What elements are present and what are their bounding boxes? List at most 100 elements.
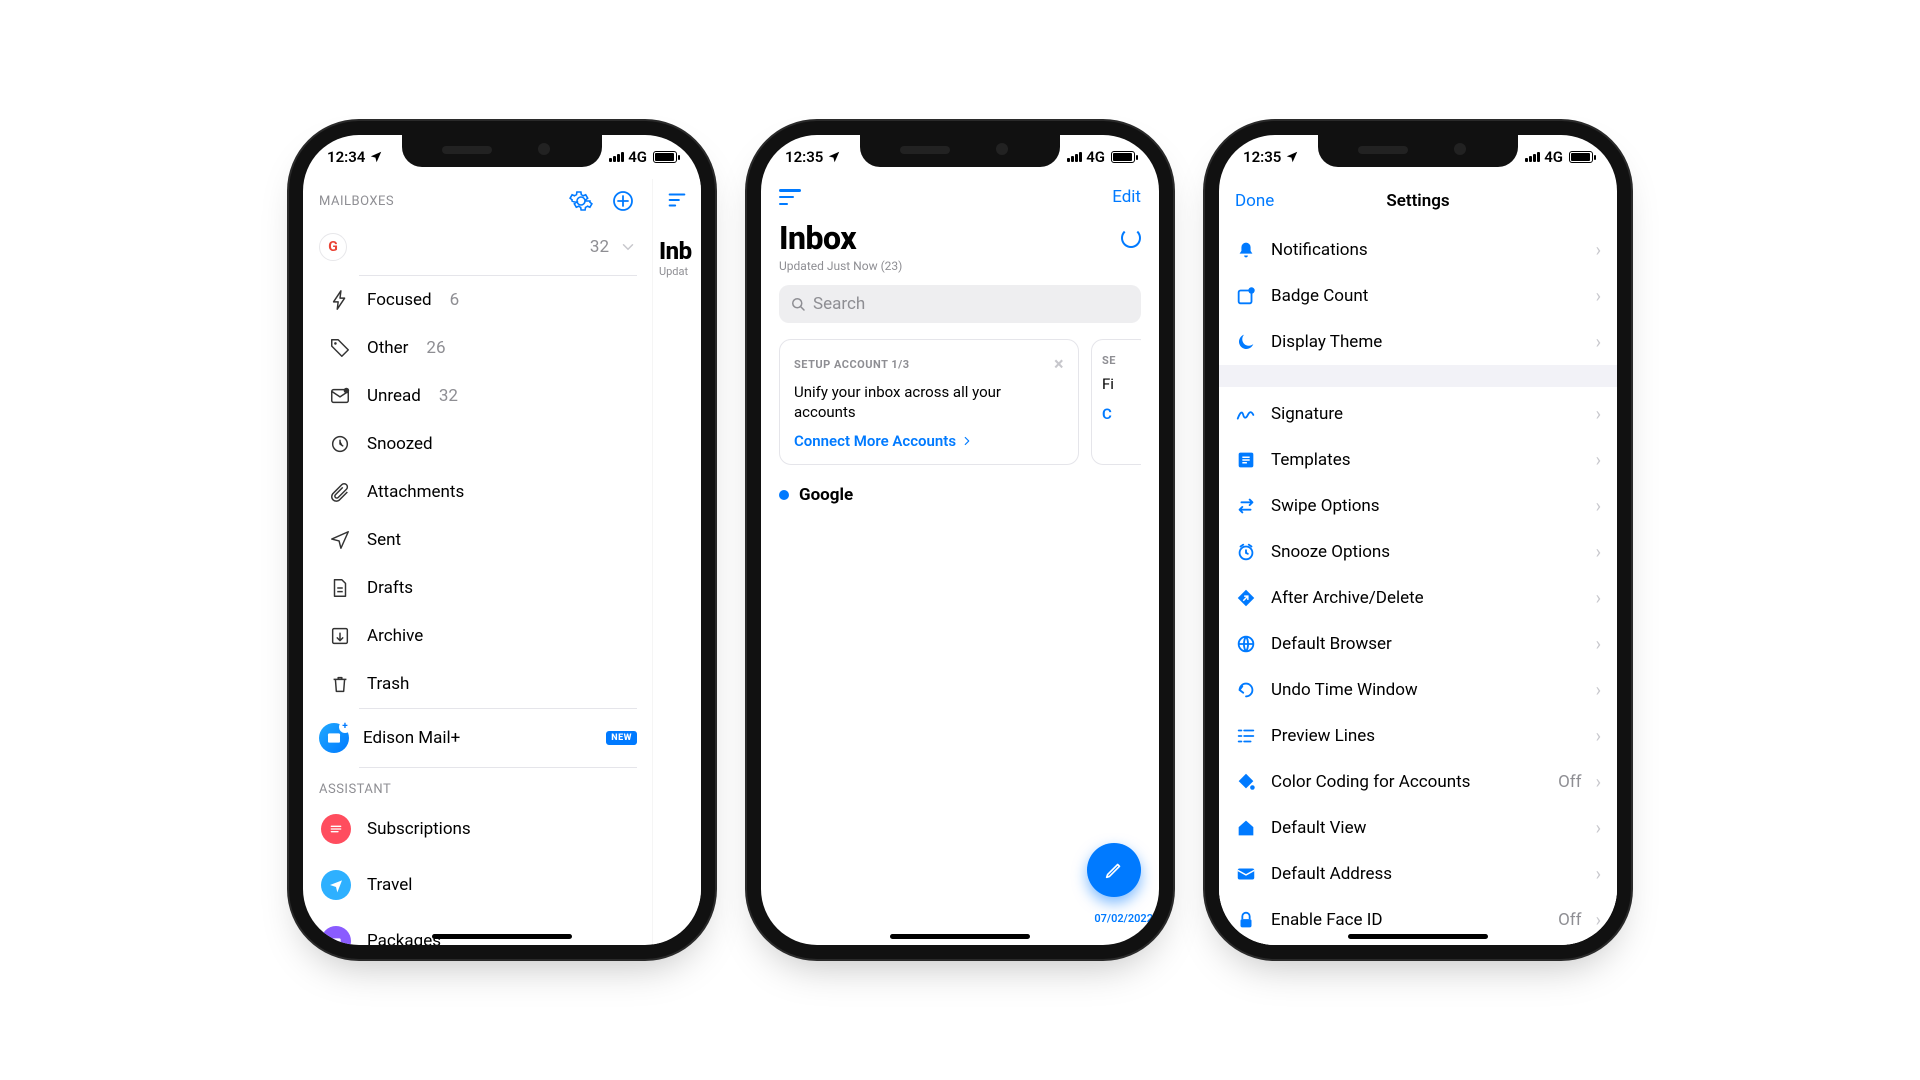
home-indicator (890, 934, 1030, 939)
status-time: 12:35 (785, 148, 823, 166)
mail-icon (1235, 863, 1257, 885)
settings-nav: Done Settings (1219, 179, 1617, 223)
settings-row-notifications[interactable]: Notifications › (1219, 227, 1617, 273)
network-label: 4G (1544, 148, 1563, 166)
settings-row-snooze-options[interactable]: Snooze Options › (1219, 529, 1617, 575)
settings-label: Enable Face ID (1271, 910, 1544, 930)
sidebar-item-snoozed[interactable]: Snoozed (319, 420, 637, 468)
location-icon (369, 150, 383, 164)
settings-row-default-view[interactable]: Default View › (1219, 805, 1617, 851)
chevron-right-icon: › (1596, 450, 1601, 471)
sidebar-item-label: Sent (367, 530, 401, 550)
pencil-icon (1103, 859, 1125, 881)
chevron-right-icon: › (1596, 818, 1601, 839)
location-icon (827, 150, 841, 164)
menu-icon[interactable] (666, 189, 688, 211)
sidebar-item-label: Trash (367, 674, 409, 694)
settings-value: Off (1558, 772, 1582, 792)
settings-label: Badge Count (1271, 286, 1582, 306)
settings-row-swipe-options[interactable]: Swipe Options › (1219, 483, 1617, 529)
travel-icon (321, 870, 351, 900)
phone-inbox: 12:35 4G Edit Inbox Updated Just Now (23… (761, 135, 1159, 945)
settings-row-color-coding-for-accounts[interactable]: Color Coding for Accounts Off › (1219, 759, 1617, 805)
signal-icon (1067, 152, 1082, 162)
account-row[interactable]: G 32 (319, 223, 637, 275)
network-label: 4G (628, 148, 647, 166)
chevron-right-icon: › (1596, 772, 1601, 793)
setup-card[interactable]: SETUP ACCOUNT 1/3× Unify your inbox acro… (779, 339, 1079, 465)
chevron-right-icon: › (1596, 286, 1601, 307)
settings-row-drag-dot-to-mark-as-read-[interactable]: Drag Dot to Mark as Read? On › (1219, 943, 1617, 945)
sidebar-item-label: Other (367, 338, 408, 358)
done-button[interactable]: Done (1235, 191, 1274, 211)
date-label: 07/02/2022 (1094, 912, 1153, 925)
card-heading: SETUP ACCOUNT 1/3 (794, 358, 910, 371)
assistant-travel[interactable]: Travel (319, 857, 637, 913)
settings-label: Display Theme (1271, 332, 1582, 352)
globe-icon (1235, 633, 1257, 655)
settings-row-default-address[interactable]: Default Address › (1219, 851, 1617, 897)
assistant-label: Packages (367, 931, 441, 945)
search-placeholder: Search (813, 294, 865, 314)
lines-icon (1235, 725, 1257, 747)
sidebar-item-label: Attachments (367, 482, 464, 502)
settings-row-templates[interactable]: Templates › (1219, 437, 1617, 483)
settings-row-preview-lines[interactable]: Preview Lines › (1219, 713, 1617, 759)
sidebar-item-sent[interactable]: Sent (319, 516, 637, 564)
sidebar-item-attachments[interactable]: Attachments (319, 468, 637, 516)
close-icon[interactable]: × (1054, 354, 1064, 375)
settings-row-display-theme[interactable]: Display Theme › (1219, 319, 1617, 365)
edit-button[interactable]: Edit (1112, 187, 1141, 207)
settings-row-default-browser[interactable]: Default Browser › (1219, 621, 1617, 667)
assistant-heading: ASSISTANT (319, 768, 637, 801)
settings-title: Settings (1386, 191, 1449, 211)
assistant-subscriptions[interactable]: Subscriptions (319, 801, 637, 857)
sidebar-item-focused[interactable]: Focused6 (319, 276, 637, 324)
settings-button[interactable] (567, 187, 595, 215)
battery-icon (653, 151, 677, 163)
setup-card-next[interactable]: SE Fi C (1091, 339, 1141, 465)
lock-icon (1235, 909, 1257, 931)
settings-row-signature[interactable]: Signature › (1219, 391, 1617, 437)
subscriptions-icon (321, 814, 351, 844)
settings-row-badge-count[interactable]: Badge Count › (1219, 273, 1617, 319)
settings-row-after-archive-delete[interactable]: After Archive/Delete › (1219, 575, 1617, 621)
location-icon (1285, 150, 1299, 164)
account-google[interactable]: Google (779, 485, 1141, 505)
sidebar-item-archive[interactable]: Archive (319, 612, 637, 660)
connect-accounts-link[interactable]: Connect More Accounts (794, 432, 1064, 450)
account-label: Google (799, 485, 853, 505)
signal-icon (609, 152, 624, 162)
sidebar-item-trash[interactable]: Trash (319, 660, 637, 708)
phone-mailboxes: 12:34 4G MAILBOXES G 32 Focused6 Other 26 U… (303, 135, 701, 945)
badge-icon (1235, 285, 1257, 307)
edison-mail-plus[interactable]: Edison Mail+ NEW (319, 709, 637, 767)
item-count: 26 (426, 338, 445, 358)
assistant-packages[interactable]: Packages (319, 913, 637, 945)
search-input[interactable]: Search (779, 285, 1141, 323)
swap-icon (1235, 495, 1257, 517)
add-account-button[interactable] (609, 187, 637, 215)
mailboxes-heading: MAILBOXES (319, 194, 394, 209)
edison-icon (319, 723, 349, 753)
bell-icon (1235, 239, 1257, 261)
settings-label: Default Address (1271, 864, 1582, 884)
sidebar-item-drafts[interactable]: Drafts (319, 564, 637, 612)
compose-button[interactable] (1087, 843, 1141, 897)
battery-icon (1569, 151, 1593, 163)
settings-label: Preview Lines (1271, 726, 1582, 746)
sidebar-item-label: Unread (367, 386, 421, 406)
menu-button[interactable] (779, 189, 801, 205)
notch (860, 135, 1060, 167)
settings-label: Color Coding for Accounts (1271, 772, 1544, 792)
settings-row-undo-time-window[interactable]: Undo Time Window › (1219, 667, 1617, 713)
sidebar-item-label: Archive (367, 626, 423, 646)
sidebar-item-other[interactable]: Other 26 (319, 324, 637, 372)
sidebar-item-unread[interactable]: Unread32 (319, 372, 637, 420)
settings-label: Templates (1271, 450, 1582, 470)
status-time: 12:34 (327, 148, 365, 166)
inbox-peek-sub: Updat (659, 265, 701, 278)
notch (402, 135, 602, 167)
inbox-peek-title: Inb (659, 237, 701, 265)
settings-label: Snooze Options (1271, 542, 1582, 562)
